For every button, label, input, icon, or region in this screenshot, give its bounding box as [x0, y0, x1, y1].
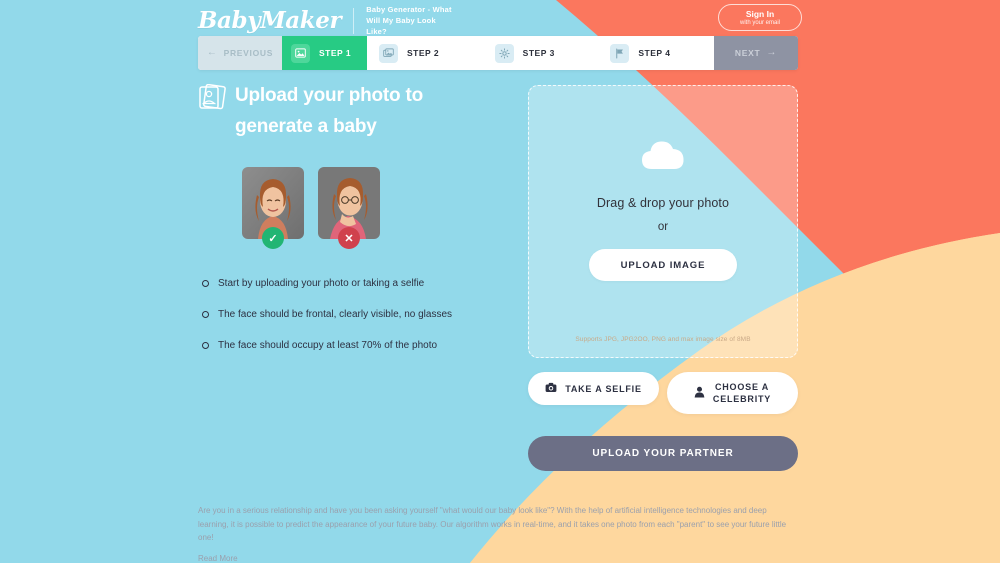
site-tagline: Baby Generator - What Will My Baby Look …: [366, 5, 452, 36]
page-title-line1: Upload your photo to: [235, 85, 424, 106]
sign-in-button[interactable]: Sign In with your email: [718, 4, 802, 31]
page-title: Upload your photo to generate a baby: [198, 80, 508, 142]
page-title-line2: generate a baby: [235, 116, 377, 137]
step-4-label: STEP 4: [638, 48, 671, 58]
step-1-label: STEP 1: [319, 48, 352, 58]
step-3[interactable]: STEP 3: [483, 36, 599, 70]
page-root: BabyMaker Baby Generator - What Will My …: [0, 0, 1000, 563]
check-icon: ✓: [262, 227, 284, 249]
requirement-text: Start by uploading your photo or taking …: [218, 278, 425, 289]
footer: Are you in a serious relationship and ha…: [198, 504, 798, 563]
upload-image-button[interactable]: UPLOAD IMAGE: [589, 249, 737, 281]
bullet-icon: [202, 342, 209, 349]
cloud-upload-icon: [640, 138, 686, 177]
flag-icon: [610, 43, 630, 63]
read-more-link[interactable]: Read More: [198, 554, 238, 563]
choose-a-celebrity-button[interactable]: CHOOSE A CELEBRITY: [667, 372, 798, 414]
step-2[interactable]: STEP 2: [367, 36, 483, 70]
sign-in-sublabel: with your email: [739, 19, 780, 26]
arrow-right-icon: →: [766, 47, 778, 58]
person-icon: [694, 386, 705, 400]
dropzone-support-note: Supports JPG, JPG2OO, PNG and max image …: [575, 336, 751, 343]
celebrity-label-line2: CELEBRITY: [712, 394, 772, 404]
requirement-text: The face should be frontal, clearly visi…: [218, 309, 453, 320]
sample-good: ✓: [242, 167, 304, 249]
alternate-actions: TAKE A SELFIE CHOOSE A CELEBRITY: [528, 372, 798, 414]
step-navigation-bar: ← PREVIOUS STEP 1 STEP 2 STEP 3 STEP 4 N…: [198, 36, 798, 70]
photos-icon: [379, 43, 398, 63]
next-label: NEXT: [734, 48, 761, 58]
celebrity-label-line1: CHOOSE A: [714, 382, 770, 392]
previous-label: PREVIOUS: [223, 48, 274, 58]
dropzone-or-label: or: [657, 221, 669, 233]
upload-panel: Drag & drop your photo or UPLOAD IMAGE S…: [528, 85, 798, 471]
gear-icon: [494, 43, 514, 63]
arrow-left-icon: ←: [206, 47, 218, 58]
site-header: BabyMaker Baby Generator - What Will My …: [0, 0, 1000, 38]
sign-in-label: Sign In: [745, 8, 775, 19]
step-4[interactable]: STEP 4: [598, 36, 714, 70]
sample-photos: ✓ ✕: [242, 167, 508, 249]
take-a-selfie-label: TAKE A SELFIE: [565, 383, 642, 394]
logo-text: BabyMaker: [198, 6, 342, 34]
dropzone-headline: Drag & drop your photo: [596, 196, 730, 210]
step-3-label: STEP 3: [522, 48, 555, 58]
list-item: The face should occupy at least 70% of t…: [202, 339, 508, 352]
take-a-selfie-button[interactable]: TAKE A SELFIE: [528, 372, 659, 405]
bullet-icon: [202, 311, 209, 318]
footer-paragraph: Are you in a serious relationship and ha…: [198, 506, 787, 542]
upload-your-partner-button[interactable]: UPLOAD YOUR PARTNER: [528, 436, 798, 471]
logo-divider: [353, 7, 355, 34]
bullet-icon: [202, 280, 209, 287]
previous-button[interactable]: ← PREVIOUS: [198, 36, 282, 70]
image-icon: [291, 43, 310, 63]
camera-icon: [545, 382, 557, 395]
photo-stack-icon: [198, 83, 228, 117]
requirement-text: The face should occupy at least 70% of t…: [218, 340, 438, 351]
choose-a-celebrity-label: CHOOSE A CELEBRITY: [713, 381, 771, 405]
sample-bad: ✕: [318, 167, 380, 249]
logo-block[interactable]: BabyMaker Baby Generator - What Will My …: [198, 4, 456, 37]
dropzone[interactable]: Drag & drop your photo or UPLOAD IMAGE S…: [528, 85, 798, 358]
list-item: Start by uploading your photo or taking …: [202, 277, 508, 290]
list-item: The face should be frontal, clearly visi…: [202, 308, 508, 321]
instructions-panel: Upload your photo to generate a baby ✓ ✕…: [198, 80, 508, 370]
requirements-list: Start by uploading your photo or taking …: [202, 277, 508, 352]
step-1[interactable]: STEP 1: [282, 36, 367, 70]
cross-icon: ✕: [338, 227, 360, 249]
step-2-label: STEP 2: [407, 48, 440, 58]
next-button[interactable]: NEXT →: [714, 36, 798, 70]
